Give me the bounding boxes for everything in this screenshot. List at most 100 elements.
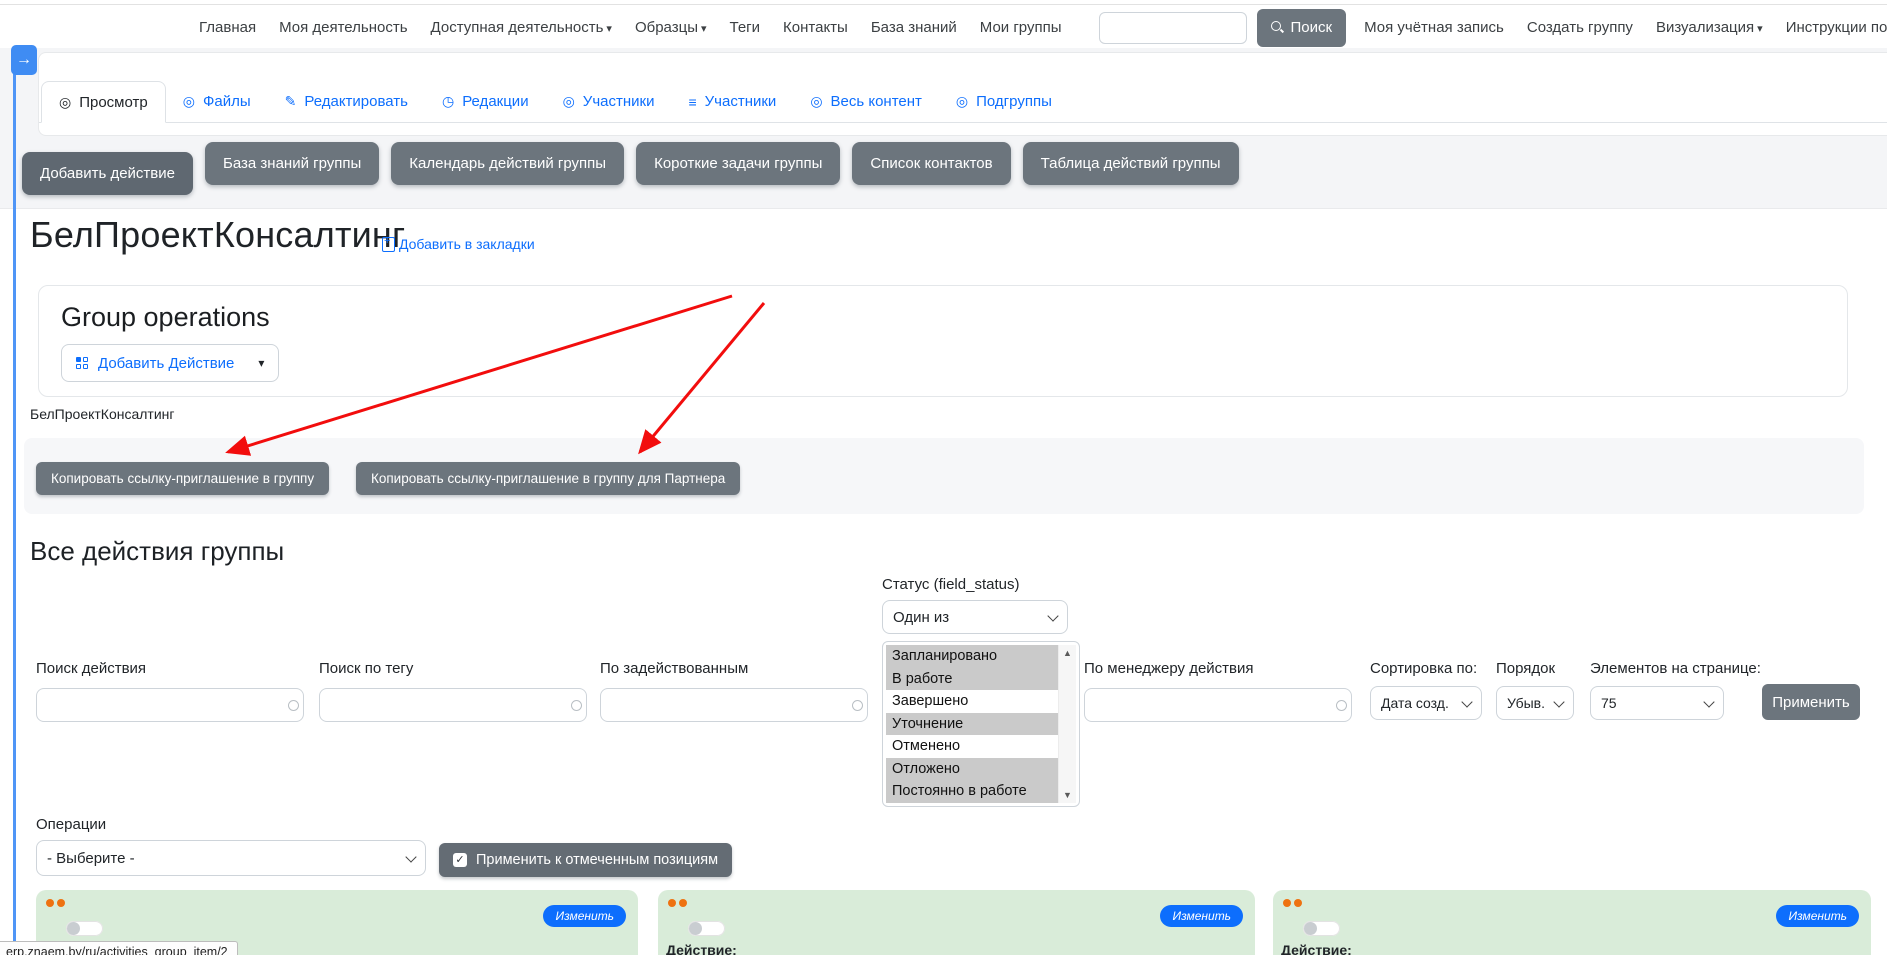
operations-label: Операции	[36, 816, 106, 833]
order-value: Убыв.	[1507, 695, 1545, 711]
tab-subgroups[interactable]: ◎ Подгруппы	[939, 81, 1069, 122]
tab-revisions[interactable]: ◷Редакции	[425, 81, 546, 122]
status-option[interactable]: Отменено	[886, 735, 1058, 758]
clear-circle-icon	[852, 700, 863, 711]
apply-to-checked-button[interactable]: ✓ Применить к отмеченным позициям	[439, 843, 732, 877]
status-options-listbox[interactable]: Запланировано В работе Завершено Уточнен…	[882, 641, 1080, 807]
group-knowledge-base-button[interactable]: База знаний группы	[205, 142, 379, 185]
drag-dots-icon	[1283, 899, 1302, 907]
card-toggle[interactable]	[66, 921, 103, 936]
tab-members[interactable]: ◎Участники	[546, 81, 672, 122]
nav-my-account[interactable]: Моя учётная запись	[1364, 19, 1504, 36]
group-name-text: БелПроектКонсалтинг	[30, 406, 175, 422]
status-option[interactable]: В работе	[886, 668, 1058, 691]
nav-available-activity-label: Доступная деятельность	[431, 19, 604, 36]
add-action-button[interactable]: Добавить действие	[22, 152, 193, 195]
list-icon: ≡	[688, 94, 696, 110]
listbox-scrollbar[interactable]: ▲ ▼	[1058, 645, 1076, 803]
operations-select[interactable]: - Выберите -	[36, 840, 426, 876]
scroll-down-icon[interactable]: ▼	[1063, 787, 1072, 803]
by-manager-input[interactable]	[1084, 688, 1352, 722]
scroll-up-icon[interactable]: ▲	[1063, 645, 1072, 661]
caret-down-icon: ▾	[1757, 23, 1763, 35]
search-input[interactable]	[1099, 12, 1247, 44]
status-options: Запланировано В работе Завершено Уточнен…	[886, 645, 1058, 803]
tab-view[interactable]: ◎Просмотр	[41, 81, 166, 123]
chevron-down-icon	[1553, 696, 1564, 707]
grid-icon	[76, 357, 88, 369]
card-action-label: Действие:	[1281, 942, 1352, 955]
group-operations-heading: Group operations	[61, 302, 270, 333]
nav-my-groups[interactable]: Мои группы	[980, 19, 1062, 36]
status-option[interactable]: Завершено	[886, 690, 1058, 713]
tab-members-list[interactable]: ≡Участники	[671, 81, 793, 122]
caret-down-icon: ▾	[258, 356, 264, 370]
caret-down-icon: ▾	[701, 23, 707, 35]
tab-revisions-label: Редакции	[462, 93, 528, 110]
copy-invite-link-partner-button[interactable]: Копировать ссылку-приглашение в группу д…	[356, 462, 740, 495]
eye-icon: ◎	[183, 93, 195, 110]
group-action-buttons: Добавить действие База знаний группы Кал…	[22, 142, 1239, 195]
nav-tags[interactable]: Теги	[730, 19, 761, 36]
nav-create-group[interactable]: Создать группу	[1527, 19, 1633, 36]
chevron-down-icon	[1703, 696, 1714, 707]
status-mode-select[interactable]: Один из	[882, 600, 1068, 634]
edit-button[interactable]: Изменить	[1776, 905, 1859, 927]
tab-files-label: Файлы	[203, 93, 251, 110]
card-toggle[interactable]	[1303, 921, 1340, 936]
search-button-label: Поиск	[1291, 19, 1333, 36]
status-option[interactable]: Запланировано	[886, 645, 1058, 668]
nav-visualization[interactable]: Визуализация▾	[1656, 19, 1763, 36]
status-option[interactable]: Постоянно в работе	[886, 780, 1058, 803]
copy-invite-link-button[interactable]: Копировать ссылку-приглашение в группу	[36, 462, 329, 495]
bookmark-plus-icon	[382, 237, 395, 252]
nav-available-activity[interactable]: Доступная деятельность▾	[431, 19, 612, 36]
eye-icon: ◎	[956, 93, 968, 110]
sort-by-select[interactable]: Дата созд.	[1370, 686, 1482, 720]
tabs-row: ◎Просмотр ◎Файлы ✎Редактировать ◷Редакци…	[39, 81, 1887, 123]
order-label: Порядок	[1496, 660, 1555, 677]
contact-list-button[interactable]: Список контактов	[852, 142, 1010, 185]
nav-samples[interactable]: Образцы▾	[635, 19, 707, 36]
add-bookmark-link[interactable]: Добавить в закладки	[382, 236, 535, 252]
search-button[interactable]: Поиск	[1257, 9, 1347, 47]
nav-user-instructions[interactable]: Инструкции пользователя▾	[1786, 19, 1887, 36]
page: Главная Моя деятельность Доступная деяте…	[0, 0, 1887, 955]
search-action-input[interactable]	[36, 688, 304, 722]
tab-files[interactable]: ◎ Файлы	[166, 81, 268, 122]
tab-all-content[interactable]: ◎Весь контент	[793, 81, 939, 122]
by-involved-input[interactable]	[600, 688, 868, 722]
sidebar-edge-line	[13, 46, 16, 955]
chevron-down-icon	[1047, 610, 1058, 621]
nav-knowledge-base[interactable]: База знаний	[871, 19, 957, 36]
nav-home[interactable]: Главная	[199, 19, 256, 36]
status-mode-value: Один из	[893, 609, 949, 626]
group-actions-table-button[interactable]: Таблица действий группы	[1023, 142, 1239, 185]
edit-button[interactable]: Изменить	[1160, 905, 1243, 927]
page-title: БелПроектКонсалтинг	[30, 214, 405, 256]
sidebar-expand-button[interactable]: →	[11, 45, 37, 75]
search-tag-input[interactable]	[319, 688, 587, 722]
search-tag-label: Поиск по тегу	[319, 660, 413, 677]
group-calendar-button[interactable]: Календарь действий группы	[391, 142, 624, 185]
tab-members-label: Участники	[583, 93, 655, 110]
tab-view-label: Просмотр	[79, 94, 148, 111]
status-option[interactable]: Отложено	[886, 758, 1058, 781]
card-toggle[interactable]	[688, 921, 725, 936]
status-option[interactable]: Уточнение	[886, 713, 1058, 736]
nav-my-activity[interactable]: Моя деятельность	[279, 19, 407, 36]
edit-button[interactable]: Изменить	[543, 905, 626, 927]
per-page-select[interactable]: 75	[1590, 686, 1724, 720]
clear-circle-icon	[1336, 700, 1347, 711]
nav-contacts[interactable]: Контакты	[783, 19, 848, 36]
group-short-tasks-button[interactable]: Короткие задачи группы	[636, 142, 840, 185]
order-select[interactable]: Убыв.	[1496, 686, 1574, 720]
add-action-dropdown-button[interactable]: Добавить Действие ▾	[61, 344, 279, 382]
tab-edit[interactable]: ✎Редактировать	[268, 81, 425, 122]
search-action-label: Поиск действия	[36, 660, 146, 677]
apply-filters-button[interactable]: Применить	[1762, 684, 1860, 720]
clear-circle-icon	[288, 700, 299, 711]
tab-subgroups-label: Подгруппы	[976, 93, 1052, 110]
status-filter-label: Статус (field_status)	[882, 576, 1019, 593]
nav-user-instructions-label: Инструкции пользователя	[1786, 19, 1887, 36]
